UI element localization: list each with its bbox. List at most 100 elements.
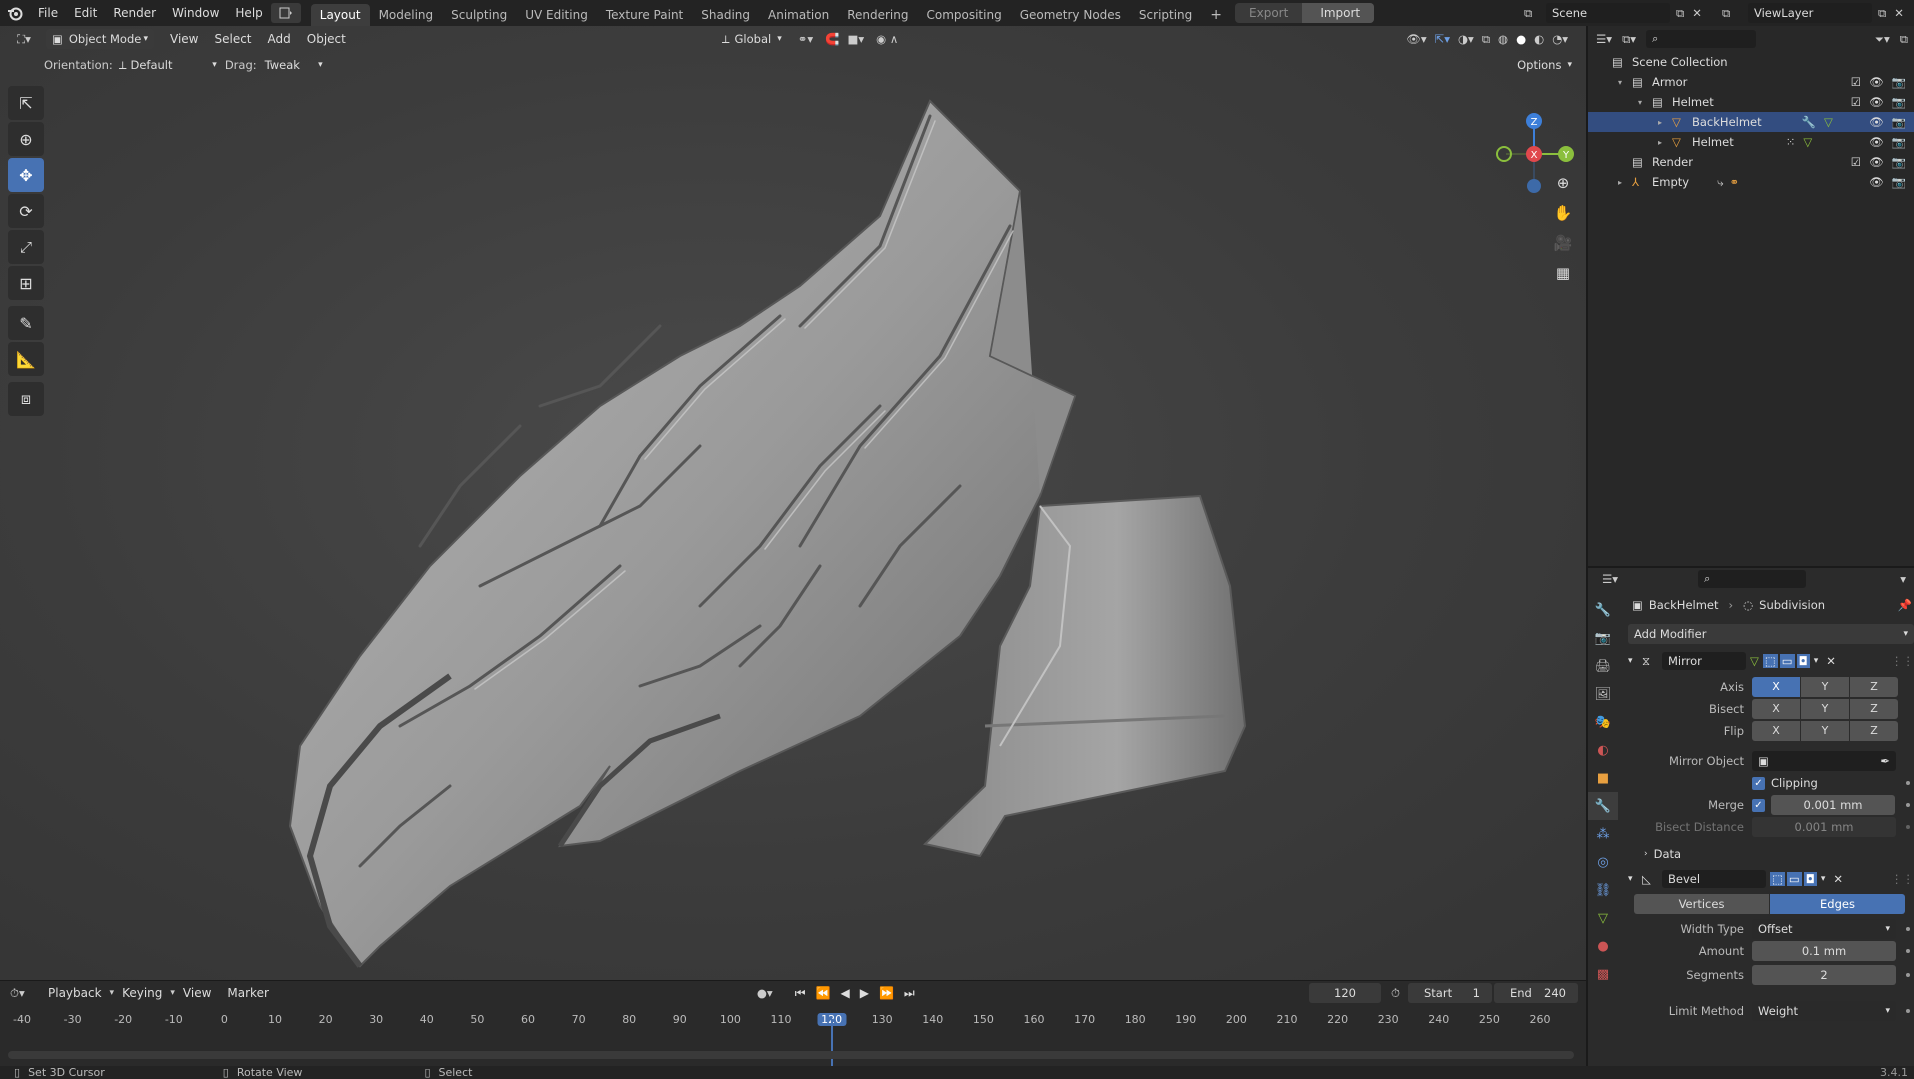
constraints-tab-icon[interactable]: ⛓ <box>1588 876 1618 904</box>
visibility-eye-icon[interactable]: 👁 <box>1869 75 1884 89</box>
menu-marker[interactable]: Marker <box>219 986 276 1000</box>
zoom-view-icon[interactable]: ⊕ <box>1550 170 1576 196</box>
solid-shading-icon[interactable]: ● <box>1516 32 1526 46</box>
prev-keyframe-icon[interactable]: ⏪ <box>816 986 831 1000</box>
export-button[interactable]: Export <box>1235 6 1302 20</box>
stopwatch-icon[interactable]: ⏱ <box>1391 986 1400 1001</box>
gizmo-toggle-icon[interactable]: ⇱▾ <box>1435 32 1450 46</box>
render-camera-icon[interactable]: 📷 <box>1892 175 1906 189</box>
axis-x-toggle[interactable]: X <box>1752 677 1800 697</box>
mirror-name-field[interactable]: Mirror <box>1662 652 1746 670</box>
limit-method-select[interactable]: Weight ▾ <box>1752 1001 1896 1021</box>
tab-shading[interactable]: Shading <box>692 4 759 26</box>
flip-y-toggle[interactable]: Y <box>1801 721 1849 741</box>
jump-end-icon[interactable]: ⏭ <box>904 986 915 1001</box>
play-icon[interactable]: ▶ <box>860 986 869 1000</box>
display-mode-icon[interactable]: ⧉▾ <box>1622 32 1636 47</box>
expand-toggle-icon[interactable]: ▸ <box>1658 118 1672 127</box>
bisect-x-toggle[interactable]: X <box>1752 699 1800 719</box>
properties-search-input[interactable]: ⌕ <box>1698 570 1807 588</box>
modifier-indicator-icon[interactable]: ⁙ <box>1786 135 1796 149</box>
tab-uv-editing[interactable]: UV Editing <box>516 4 597 26</box>
scene-tab-icon[interactable]: 🎭 <box>1588 708 1618 736</box>
visibility-eye-icon[interactable]: 👁 <box>1869 175 1884 189</box>
viewport-display-icon[interactable]: ▭ <box>1786 872 1802 886</box>
annotate-tool-button[interactable]: ✎ <box>8 306 44 340</box>
expand-toggle-icon[interactable]: ▾ <box>1638 98 1652 107</box>
flip-z-toggle[interactable]: Z <box>1850 721 1898 741</box>
outliner-item[interactable]: ▸ ▽ Helmet ⁙ ▽ 👁 📷 <box>1588 132 1914 152</box>
viewport-display-icon[interactable]: ▭ <box>1779 654 1795 668</box>
modifier-tab-icon[interactable]: 🔧 <box>1588 792 1618 820</box>
tab-layout[interactable]: Layout <box>310 4 370 26</box>
menu-edit[interactable]: Edit <box>66 0 105 26</box>
tab-edges[interactable]: Edges <box>1770 894 1905 914</box>
render-camera-icon[interactable]: 📷 <box>1892 95 1906 109</box>
keyframe-dot-icon[interactable] <box>1906 825 1910 829</box>
constraint-icon[interactable]: ⤷ <box>1717 175 1723 190</box>
menu-select[interactable]: Select <box>206 32 259 46</box>
texture-tab-icon[interactable]: ▩ <box>1588 960 1618 988</box>
merge-distance-field[interactable]: 0.001 mm <box>1771 795 1895 815</box>
view-layer-field[interactable]: ViewLayer <box>1748 3 1872 23</box>
menu-timeline-view[interactable]: View <box>175 986 219 1000</box>
xray-icon[interactable]: ⧉ <box>1482 32 1490 47</box>
scene-name-field[interactable]: Scene <box>1546 3 1670 23</box>
add-modifier-button[interactable]: Add Modifier ▾ <box>1628 624 1914 644</box>
menu-help[interactable]: Help <box>227 0 270 26</box>
data-tab-icon[interactable]: ▽ <box>1588 904 1618 932</box>
menu-window[interactable]: Window <box>164 0 227 26</box>
keyframe-dot-icon[interactable] <box>1906 927 1910 931</box>
cursor-tool-button[interactable]: ⊕ <box>8 122 44 156</box>
keyframe-dot-icon[interactable] <box>1906 949 1910 953</box>
expand-toggle-icon[interactable]: ▸ <box>1658 138 1672 147</box>
world-tab-icon[interactable]: ◐ <box>1588 736 1618 764</box>
wireframe-shading-icon[interactable]: ◍ <box>1498 32 1508 46</box>
next-keyframe-icon[interactable]: ⏩ <box>879 986 894 1000</box>
exclude-checkbox[interactable]: ☑ <box>1851 95 1861 109</box>
snap-icon[interactable]: 🧲 <box>825 32 839 46</box>
helmet-mesh-render[interactable] <box>0 26 1586 980</box>
merge-checkbox[interactable]: ✓ <box>1752 798 1765 812</box>
tool-tab-icon[interactable]: 🔧 <box>1588 596 1618 624</box>
tab-modeling[interactable]: Modeling <box>370 4 443 26</box>
frame-ruler[interactable]: -40-30-20-100102030405060708090100110120… <box>0 1013 1586 1031</box>
timeline-editor[interactable]: ⏱▾ Playback ▾ Keying ▾ View Marker ●▾ ⏮ ⏪ … <box>0 980 1586 1067</box>
outliner-item[interactable]: ▾ ▤ Helmet ☑ 👁 📷 <box>1588 92 1914 112</box>
render-camera-icon[interactable]: 📷 <box>1892 115 1906 129</box>
object-tab-icon[interactable]: ■ <box>1588 764 1618 792</box>
add-cube-tool-button[interactable]: ⧈ <box>8 382 44 416</box>
end-frame-field[interactable]: End 240 <box>1494 983 1578 1003</box>
menu-file[interactable]: File <box>30 0 66 26</box>
outliner-item[interactable]: ▤ Render ☑ 👁 📷 <box>1588 152 1914 172</box>
pivot-point-icon[interactable]: ⚭▾ <box>798 32 813 46</box>
material-tab-icon[interactable]: ● <box>1588 932 1618 960</box>
filter-icon[interactable]: ⏷▾ <box>1875 32 1890 47</box>
new-scene-icon[interactable]: ⧉ <box>1676 6 1684 21</box>
chevron-down-icon[interactable]: ▾ <box>1814 656 1819 666</box>
physics-tab-icon[interactable]: ◎ <box>1588 848 1618 876</box>
editor-type-icon[interactable]: ⛶▾ <box>6 29 42 49</box>
edit-mode-icon[interactable]: ⬚ <box>1762 654 1778 668</box>
blender-logo-icon[interactable] <box>0 5 30 21</box>
rotate-tool-button[interactable]: ⟳ <box>8 194 44 228</box>
outliner-item[interactable]: ▾ ▤ Armor ☑ 👁 📷 <box>1588 72 1914 92</box>
outliner-item[interactable]: ▤ Scene Collection <box>1588 52 1914 72</box>
import-button[interactable]: Import <box>1302 3 1375 23</box>
render-camera-icon[interactable]: 📷 <box>1892 75 1906 89</box>
expand-toggle-icon[interactable]: ▸ <box>1618 178 1632 187</box>
mesh-data-icon[interactable]: ▽ <box>1803 135 1812 149</box>
menu-add[interactable]: Add <box>260 32 299 46</box>
mesh-data-icon[interactable]: ▽ <box>1824 115 1833 129</box>
output-tab-icon[interactable]: 🖨 <box>1588 652 1618 680</box>
visibility-eye-icon[interactable]: 👁 <box>1869 95 1884 109</box>
overlays-icon[interactable]: ◑▾ <box>1458 32 1474 46</box>
particles-tab-icon[interactable]: ⁂ <box>1588 820 1618 848</box>
outliner-search-input[interactable]: ⌕ <box>1646 30 1757 48</box>
bisect-y-toggle[interactable]: Y <box>1801 699 1849 719</box>
tab-texture-paint[interactable]: Texture Paint <box>597 4 692 26</box>
segments-field[interactable]: 2 <box>1752 965 1896 985</box>
record-icon[interactable]: ●▾ <box>757 986 773 1000</box>
play-reverse-icon[interactable]: ◀ <box>840 986 849 1000</box>
measure-tool-button[interactable]: 📐 <box>8 342 44 376</box>
